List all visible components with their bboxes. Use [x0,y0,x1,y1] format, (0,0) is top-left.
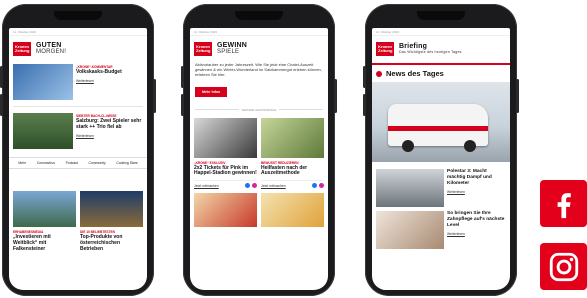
nav-item-podcast[interactable]: Podcast [66,161,78,165]
nav-item-mehr[interactable]: Mehr [18,161,26,165]
nav-item-community[interactable]: Community [89,161,106,165]
story-image[interactable] [13,113,73,149]
nav-item-coronavirus[interactable]: Coronavirus [37,161,55,165]
intro-text: Aktivurlauber zu jeder Jahreszeit. Wie S… [195,62,322,78]
instagram-icon[interactable] [540,243,587,290]
instagram-icon[interactable] [319,183,324,189]
contest-headline[interactable]: 2x2 Tickets für Pink im Happel-Stadion g… [194,165,257,178]
newsletter-screen[interactable]: 11. Oktober 2023 Kronen Zeitung Briefing… [372,28,510,290]
newsletter-date: 11. Oktober 2023 [376,29,399,34]
promo-grid: ERHABENESMEDIA „Investieren mit Weitblic… [9,191,147,252]
section-header: News des Tages [372,63,510,82]
newsletter-date: 11. Oktober 2023 [13,29,36,34]
krone-logo[interactable]: Kronen Zeitung [194,42,212,56]
krone-logo[interactable]: Kronen Zeitung [13,42,31,56]
more-info-button[interactable]: Mehr Infos [195,86,228,97]
phone-notch [235,11,283,20]
news-row[interactable]: Polestar 3: Macht mächtig Dampf und Kilo… [372,165,510,207]
newsletter-screen[interactable]: 11. Oktober 2023 Kronen Zeitung GEWINN S… [190,28,328,290]
story-headline[interactable]: Volkskasks-Budget [76,69,143,76]
story-row[interactable]: „KRONE“-KOMMENTAR Volkskasks-Budget Weit… [9,64,147,100]
product-images [190,193,328,228]
story-headline[interactable]: Salzburg: Zwei Spieler sehr stark ++ Tri… [76,118,143,131]
product-image[interactable] [194,193,257,228]
promo-card[interactable]: DIE 10 BELIEBTESTEN Top-Produkte von öst… [80,191,143,252]
phone-notch [54,11,102,20]
news-headline[interactable]: So bringen Sie Ihre Zahnpflege auf's näc… [447,211,506,228]
read-more-link[interactable]: Weiterlesen [76,134,143,138]
read-more-link[interactable]: Weiterlesen [76,79,143,83]
contest-image[interactable] [194,117,257,158]
contest-grid: „KRONE“ EXKLUSIV 2x2 Tickets für Pink im… [190,117,328,189]
newsletter-header: Kronen Zeitung GUTEN MORGEN! [9,36,147,60]
phone-notch [417,11,465,20]
newsletter-subtitle: Das Wichtigste des heutigen Tages [399,50,462,54]
section-separator: WEITERE GEWINNSPIELE [195,108,323,112]
read-more-link[interactable]: Weiterlesen [447,190,506,194]
facebook-icon[interactable] [245,183,250,189]
participate-link[interactable]: Jetzt mitmachen [261,184,286,188]
news-headline[interactable]: Polestar 3: Macht mächtig Dampf und Kilo… [447,169,506,186]
contest-kicker: „KRONE“ EXKLUSIV [194,160,226,165]
contest-card[interactable]: BEWUSST REDUZIEREN Heilfasten nach der A… [261,117,324,189]
product-image[interactable] [261,193,324,228]
contest-card[interactable]: „KRONE“ EXKLUSIV 2x2 Tickets für Pink im… [194,117,257,189]
facebook-icon[interactable] [312,183,317,189]
contest-image[interactable] [261,117,324,158]
contest-headline[interactable]: Heilfasten nach der Auszeitmethode [261,165,324,178]
newsletter-title: GUTEN [36,42,62,49]
phone-mockup-morning: 11. Oktober 2023 Kronen Zeitung GUTEN MO… [0,4,156,296]
newsletter-subtitle: SPIELE [217,49,240,55]
category-nav: Mehr Coronavirus Podcast Community Cooki… [9,157,147,169]
newsletter-header: Kronen Zeitung GEWINN SPIELE [190,36,328,60]
news-image[interactable] [376,169,444,207]
facebook-icon[interactable] [540,180,587,227]
promo-headline[interactable]: Top-Produkte von österreichischen Betrie… [80,234,143,252]
read-more-link[interactable]: Weiterlesen [447,232,506,236]
newsletter-screen[interactable]: 11. Oktober 2023 Kronen Zeitung GUTEN MO… [9,28,147,290]
separator-label: WEITERE GEWINNSPIELE [241,107,277,112]
newsletter-date: 11. Oktober 2023 [194,29,217,34]
section-title: News des Tages [386,69,444,78]
news-image[interactable] [376,211,444,249]
hero-image[interactable] [372,82,510,162]
phone-mockup-briefing: 11. Oktober 2023 Kronen Zeitung Briefing… [363,4,519,296]
krone-logo[interactable]: Kronen Zeitung [376,42,394,56]
newsletter-header: Kronen Zeitung Briefing Das Wichtigste d… [372,36,510,60]
promo-image[interactable] [13,191,76,227]
promo-image[interactable] [80,191,143,227]
instagram-icon[interactable] [252,183,257,189]
promo-card[interactable]: ERHABENESMEDIA „Investieren mit Weitblic… [13,191,76,252]
newsletter-title: GEWINN [217,42,247,49]
promo-headline[interactable]: „Investieren mit Weitblick“ mit Falkenst… [13,234,76,252]
story-row[interactable]: SIEBTER BACH-CL-WEISE Salzburg: Zwei Spi… [9,113,147,149]
newsletter-title: Briefing [399,43,428,50]
phone-mockup-gewinnspiele: 11. Oktober 2023 Kronen Zeitung GEWINN S… [181,4,337,296]
newsletter-subtitle: MORGEN! [36,49,67,55]
nav-item-cooking-stars[interactable]: Cooking Stars [116,161,137,165]
news-row[interactable]: So bringen Sie Ihre Zahnpflege auf's näc… [372,207,510,249]
story-image[interactable] [13,64,73,100]
section-bullet-icon [376,70,382,77]
participate-link[interactable]: Jetzt mitmachen [194,184,219,188]
contest-kicker: BEWUSST REDUZIEREN [261,160,299,165]
